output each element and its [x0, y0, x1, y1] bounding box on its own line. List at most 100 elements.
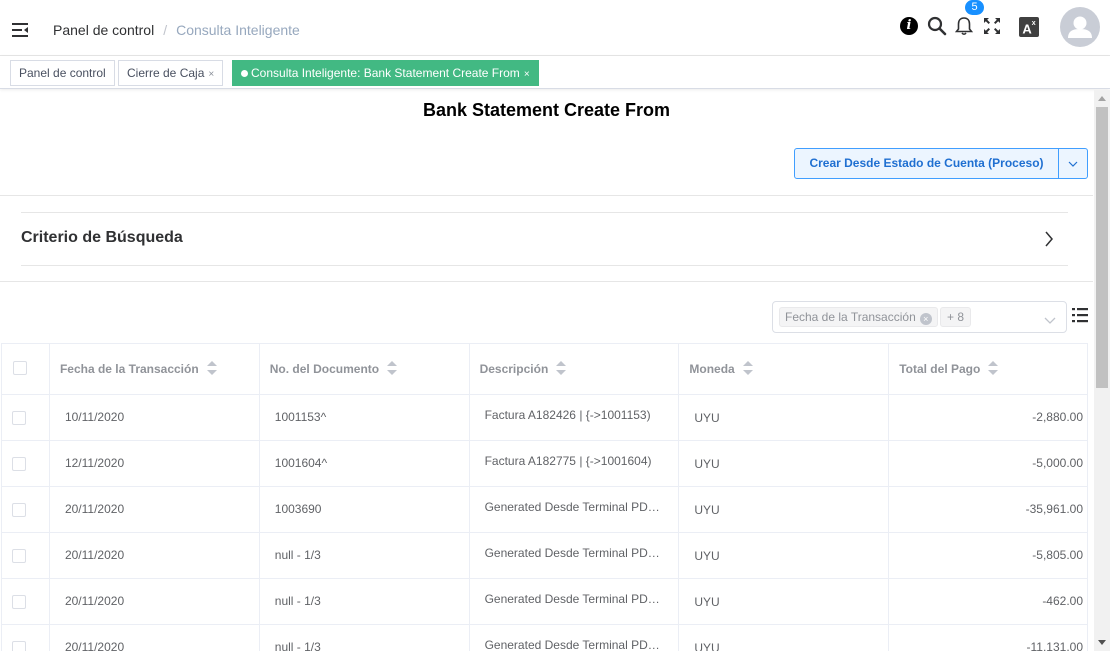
cell-document: null - 1/3 [274, 640, 321, 651]
list-settings-icon[interactable] [1071, 306, 1089, 329]
row-select-cell [2, 441, 50, 486]
vertical-scrollbar[interactable] [1094, 90, 1110, 651]
notification-badge: 5 [965, 0, 984, 15]
cell-currency: UYU [694, 411, 720, 425]
header-label: No. del Documento [269, 362, 380, 376]
table-row[interactable]: 10/11/2020 1001153^ Factura A182426 | {-… [2, 395, 1089, 441]
chip-close-icon[interactable]: × [919, 313, 932, 325]
breadcrumb: Panel de control / Consulta Inteligente [53, 22, 300, 38]
table-row[interactable]: 20/11/2020 null - 1/3 Generated Desde Te… [2, 579, 1089, 625]
row-checkbox[interactable] [12, 595, 26, 609]
main-content: Bank Statement Create From Crear Desde E… [0, 90, 1093, 651]
header-fecha: Fecha de la Transacción [50, 344, 260, 394]
cell-description: Generated Desde Terminal PD… [484, 592, 660, 606]
tag-close-icon[interactable]: × [524, 69, 530, 80]
sort-icon[interactable] [206, 361, 217, 375]
bell-icon[interactable] [954, 16, 974, 41]
sort-icon[interactable] [742, 361, 753, 375]
scroll-down-arrow-icon[interactable] [1098, 640, 1106, 645]
language-icon-label: A [1022, 21, 1032, 37]
header-label: Total del Pago [899, 362, 981, 376]
tag-label: Cierre de Caja [127, 66, 205, 80]
header-total: Total del Pago [889, 344, 1089, 394]
language-icon[interactable]: Ax [1019, 17, 1039, 37]
row-select-cell [2, 395, 50, 440]
row-checkbox[interactable] [12, 503, 26, 517]
process-split-button: Crear Desde Estado de Cuenta (Proceso) [794, 148, 1088, 179]
cell-date: 20/11/2020 [64, 502, 125, 516]
cell-description: Generated Desde Terminal PD… [484, 638, 660, 651]
cell-document: 1001153^ [274, 410, 327, 424]
chevron-down-icon [1044, 312, 1056, 330]
row-select-cell [2, 579, 50, 624]
more-columns-chip: + 8 [940, 307, 972, 327]
row-checkbox[interactable] [12, 411, 26, 425]
cell-document: null - 1/3 [274, 594, 321, 608]
scrollbar-thumb[interactable] [1096, 107, 1108, 388]
divider [0, 281, 1093, 282]
table-row[interactable]: 20/11/2020 1003690 Generated Desde Termi… [2, 487, 1089, 533]
tag-cierre-caja[interactable]: Cierre de Caja × [118, 60, 224, 86]
cell-total: -5,000.00 [1032, 456, 1084, 470]
row-checkbox[interactable] [12, 457, 26, 471]
select-all-checkbox[interactable] [13, 361, 27, 375]
search-criteria-collapse[interactable]: Criterio de Búsqueda [21, 212, 1068, 266]
header-documento: No. del Documento [260, 344, 470, 394]
cell-total: -11,131.00 [1026, 640, 1084, 651]
cell-currency: UYU [694, 549, 720, 563]
breadcrumb-item-current: Consulta Inteligente [176, 22, 300, 38]
cell-total: -35,961.00 [1025, 502, 1084, 516]
sort-icon[interactable] [387, 361, 398, 375]
breadcrumb-item-dashboard[interactable]: Panel de control [53, 22, 154, 38]
chip-label: Fecha de la Transacción [785, 310, 916, 324]
cell-description: Generated Desde Terminal PD… [484, 546, 660, 560]
sort-icon[interactable] [556, 361, 567, 375]
cell-description: Generated Desde Terminal PD… [484, 500, 660, 514]
cell-date: 20/11/2020 [64, 640, 125, 651]
row-checkbox[interactable] [12, 549, 26, 563]
table-row[interactable]: 20/11/2020 null - 1/3 Generated Desde Te… [2, 533, 1089, 579]
cell-date: 20/11/2020 [64, 548, 125, 562]
data-table: Fecha de la Transacción No. del Document… [1, 343, 1089, 651]
table-header-row: Fecha de la Transacción No. del Document… [2, 344, 1089, 395]
cell-total: -462.00 [1042, 594, 1084, 608]
table-row[interactable]: 20/11/2020 null - 1/3 Generated Desde Te… [2, 625, 1089, 651]
header-moneda: Moneda [679, 344, 890, 394]
cell-description: Factura A182426 | {->1001153) [484, 408, 651, 422]
tag-consulta-inteligente[interactable]: Consulta Inteligente: Bank Statement Cre… [232, 60, 539, 86]
cell-currency: UYU [694, 641, 720, 651]
avatar[interactable] [1060, 7, 1100, 47]
tag-close-icon[interactable]: × [208, 69, 214, 80]
column-selector[interactable]: Fecha de la Transacción × + 8 [772, 301, 1067, 333]
selected-column-chip: Fecha de la Transacción × [779, 307, 938, 327]
create-from-statement-button[interactable]: Crear Desde Estado de Cuenta (Proceso) [795, 149, 1059, 178]
app-root: Panel de control / Consulta Inteligente … [0, 0, 1110, 651]
header-descripcion: Descripción [470, 344, 680, 394]
header-label: Moneda [689, 362, 735, 376]
table-row[interactable]: 12/11/2020 1001604^ Factura A182775 | {-… [2, 441, 1089, 487]
row-select-cell [2, 625, 50, 651]
cell-document: null - 1/3 [274, 548, 321, 562]
search-icon[interactable] [927, 16, 947, 41]
cell-currency: UYU [694, 457, 720, 471]
chevron-right-icon [1044, 231, 1054, 252]
menu-toggle-icon[interactable] [11, 21, 29, 39]
info-icon[interactable]: i [900, 17, 918, 35]
cell-date: 10/11/2020 [64, 410, 125, 424]
tag-label: Consulta Inteligente: Bank Statement Cre… [251, 66, 520, 80]
row-checkbox[interactable] [12, 641, 26, 651]
cell-total: -2,880.00 [1032, 410, 1084, 424]
header-label: Fecha de la Transacción [59, 362, 199, 376]
page-title: Bank Statement Create From [422, 100, 671, 120]
scroll-up-arrow-icon[interactable] [1098, 96, 1106, 101]
cell-document: 1003690 [274, 502, 322, 516]
tags-bar: Panel de control Cierre de Caja × Consult… [0, 56, 1110, 89]
fullscreen-icon[interactable] [982, 16, 1002, 41]
chevron-down-icon[interactable] [1059, 149, 1087, 178]
cell-currency: UYU [694, 503, 720, 517]
cell-date: 20/11/2020 [64, 594, 125, 608]
sort-icon[interactable] [988, 361, 999, 375]
tag-dashboard[interactable]: Panel de control [10, 60, 115, 86]
breadcrumb-separator: / [163, 22, 168, 38]
cell-description: Factura A182775 | {->1001604) [484, 454, 652, 468]
